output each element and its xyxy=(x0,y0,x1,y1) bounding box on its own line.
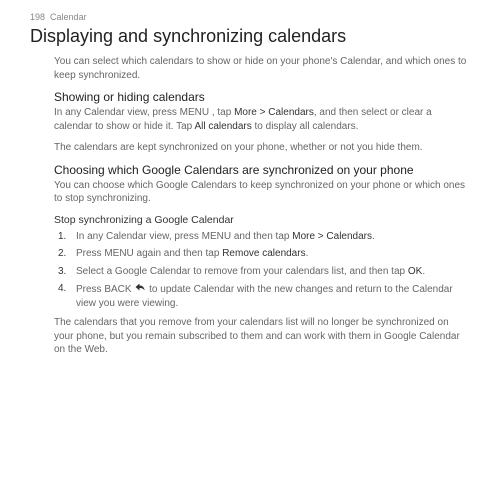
ui-path: More > Calendars xyxy=(234,107,314,118)
step-number: 1. xyxy=(58,230,66,244)
list-item: 4. Press BACK to update Calendar with th… xyxy=(54,282,470,310)
ui-path: More > Calendars xyxy=(292,231,372,242)
step-number: 3. xyxy=(58,265,66,279)
list-item: 3. Select a Google Calendar to remove fr… xyxy=(54,265,470,279)
text: . xyxy=(306,248,309,259)
text: . xyxy=(372,231,375,242)
ui-label: All calendars xyxy=(194,121,251,132)
section1-p2: The calendars are kept synchronized on y… xyxy=(54,141,470,155)
body: You can select which calendars to show o… xyxy=(54,55,470,357)
text: to display all calendars. xyxy=(252,121,359,132)
section2-p1: You can choose which Google Calendars to… xyxy=(54,179,470,206)
step-number: 2. xyxy=(58,247,66,261)
closing-paragraph: The calendars that you remove from your … xyxy=(54,316,470,357)
text: Press MENU again and then tap xyxy=(76,248,222,259)
page-number: 198 xyxy=(30,12,45,22)
heading-choosing-google: Choosing which Google Calendars are sync… xyxy=(54,163,470,177)
steps-list: 1. In any Calendar view, press MENU and … xyxy=(54,230,470,311)
subheading-stop-sync: Stop synchronizing a Google Calendar xyxy=(54,214,470,226)
text: In any Calendar view, press MENU and the… xyxy=(76,231,292,242)
ui-label: Remove calendars xyxy=(222,248,305,259)
text: Select a Google Calendar to remove from … xyxy=(76,266,408,277)
page-header: 198 Calendar xyxy=(30,12,470,22)
text: Press BACK xyxy=(76,284,134,295)
page-title: Displaying and synchronizing calendars xyxy=(30,26,470,47)
back-icon xyxy=(134,282,146,297)
list-item: 1. In any Calendar view, press MENU and … xyxy=(54,230,470,244)
document-page: 198 Calendar Displaying and synchronizin… xyxy=(0,0,500,381)
text: In any Calendar view, press MENU , tap xyxy=(54,107,234,118)
list-item: 2. Press MENU again and then tap Remove … xyxy=(54,247,470,261)
section-name: Calendar xyxy=(50,12,87,22)
section1-p1: In any Calendar view, press MENU , tap M… xyxy=(54,106,470,133)
ui-label: OK xyxy=(408,266,422,277)
intro-paragraph: You can select which calendars to show o… xyxy=(54,55,470,82)
text: . xyxy=(422,266,425,277)
step-number: 4. xyxy=(58,282,66,296)
heading-showing-hiding: Showing or hiding calendars xyxy=(54,90,470,104)
